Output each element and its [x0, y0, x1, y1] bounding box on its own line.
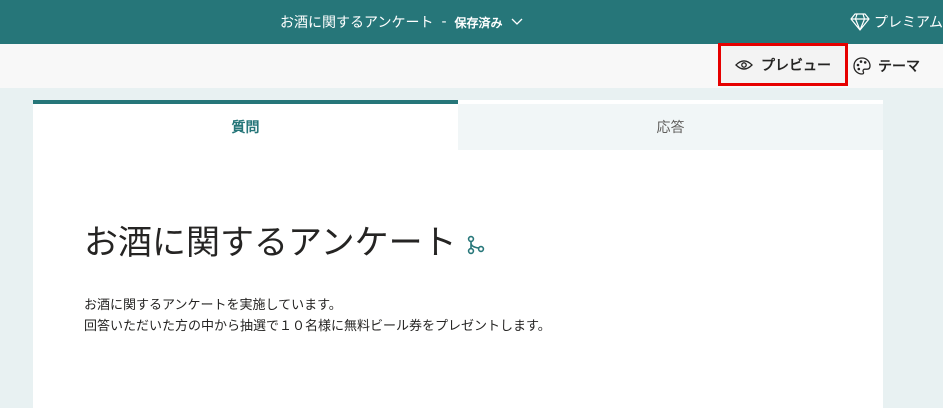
save-status: 保存済み — [454, 15, 503, 30]
description-line-2: 回答いただいた方の中から抽選で１０名様に無料ビール券をプレゼントします。 — [84, 319, 551, 334]
form-description[interactable]: お酒に関するアンケートを実施しています。 回答いただいた方の中から抽選で１０名様… — [84, 295, 551, 337]
preview-button[interactable]: プレビュー — [718, 43, 848, 86]
document-title-area[interactable]: お酒に関するアンケート - 保存済み — [280, 0, 523, 44]
form-title-area[interactable]: お酒に関するアンケート — [84, 215, 485, 264]
title-separator: - — [441, 14, 447, 30]
chevron-down-icon[interactable] — [511, 18, 523, 26]
tab-questions-label: 質問 — [231, 120, 260, 136]
document-title: お酒に関するアンケート — [280, 15, 434, 31]
theme-button[interactable]: テーマ — [852, 44, 920, 88]
form-title: お酒に関するアンケート — [84, 223, 457, 263]
premium-label: プレミアム — [874, 15, 943, 31]
branching-icon[interactable] — [467, 235, 485, 255]
tab-responses-label: 応答 — [656, 120, 685, 136]
theme-label: テーマ — [878, 59, 920, 75]
form-card: 質問 応答 お酒に関するアンケート お酒に関するアンケートを実施しています。 回… — [33, 100, 883, 408]
tab-questions[interactable]: 質問 — [33, 100, 458, 150]
premium-link[interactable]: プレミアム — [850, 0, 943, 44]
palette-icon — [852, 56, 878, 76]
top-bar: お酒に関するアンケート - 保存済み プレミアム — [0, 0, 943, 44]
tab-bar: 質問 応答 — [33, 100, 883, 150]
preview-label: プレビュー — [761, 57, 831, 74]
description-line-1: お酒に関するアンケートを実施しています。 — [84, 298, 342, 313]
tab-responses[interactable]: 応答 — [458, 104, 883, 150]
diamond-icon — [850, 13, 874, 31]
eye-icon — [735, 59, 761, 71]
